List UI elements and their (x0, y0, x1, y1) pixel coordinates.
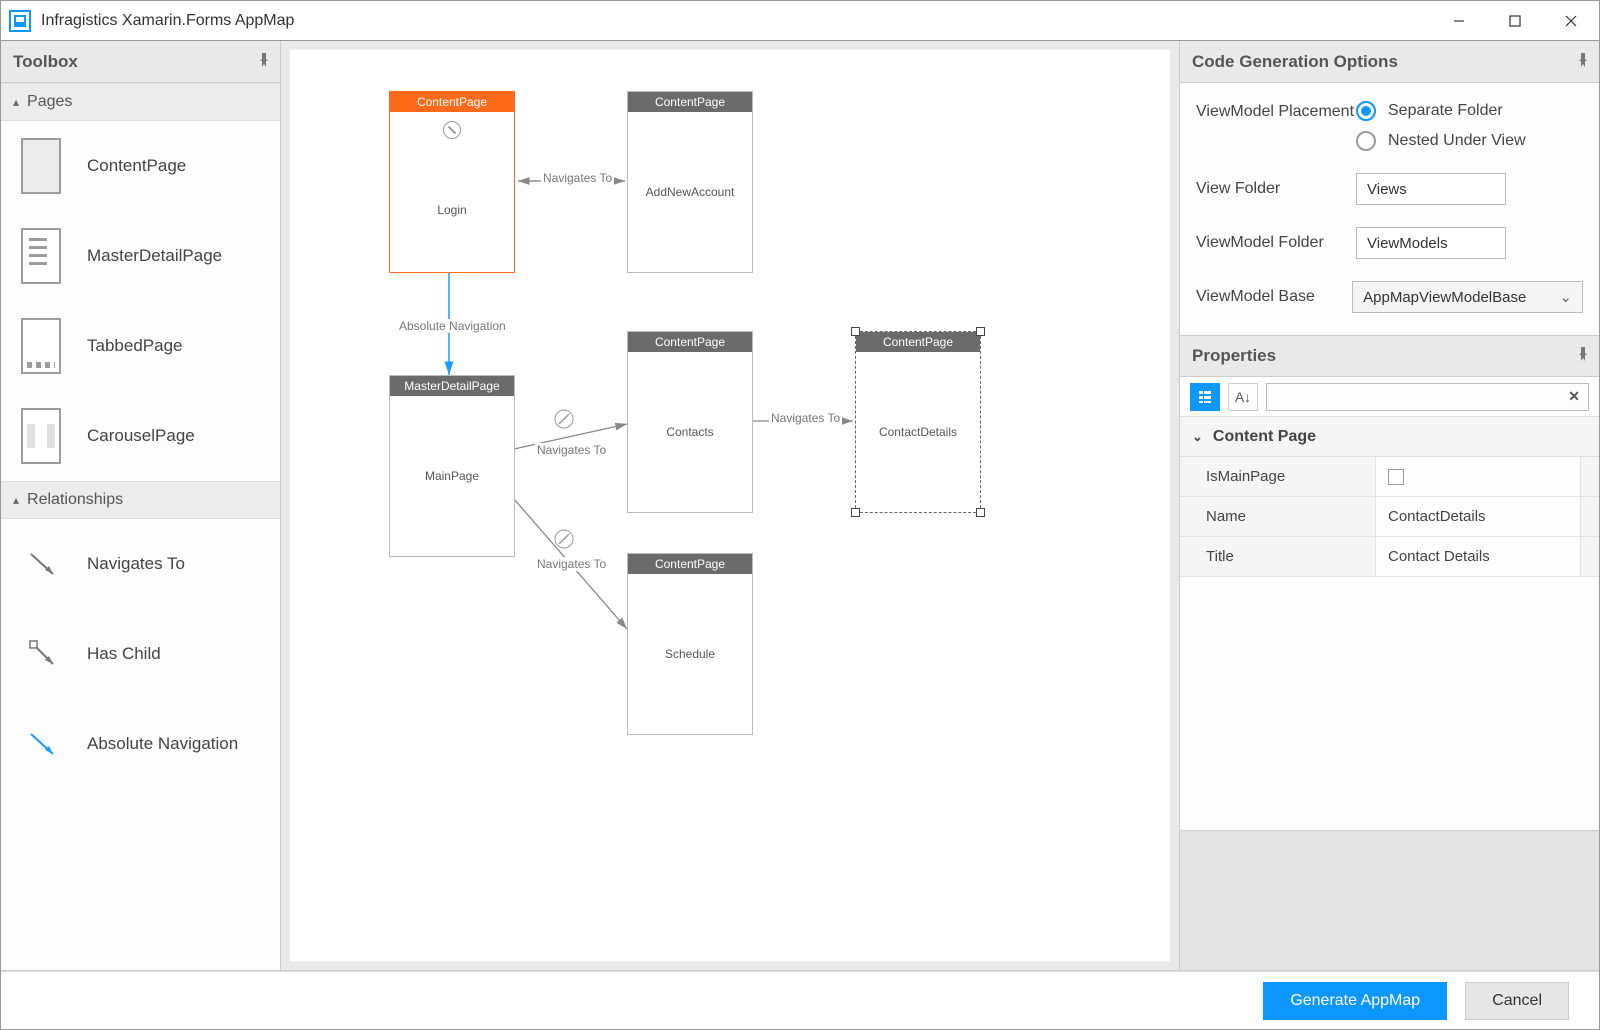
node-name: ContactDetails (856, 352, 980, 512)
viewmodel-base-select[interactable]: AppMapViewModelBase ⌄ (1352, 281, 1583, 313)
node-name: Login (390, 148, 514, 272)
diagram-canvas[interactable]: ContentPage Login ContentPage AddNewAcco… (289, 49, 1171, 962)
toolbox-section-pages[interactable]: ▴ Pages (1, 83, 280, 121)
node-type-label: ContentPage (628, 554, 752, 574)
haschild-arrow-icon (25, 636, 61, 672)
alphabetical-view-button[interactable]: A↓ (1228, 383, 1258, 411)
selection-handle[interactable] (976, 508, 985, 517)
viewmodel-base-label: ViewModel Base (1196, 286, 1352, 308)
properties-spacer (1180, 577, 1599, 830)
property-row-title: Title Contact Details (1180, 537, 1599, 577)
radio-separate-folder[interactable]: Separate Folder (1356, 101, 1583, 121)
tool-contentpage[interactable]: ContentPage (1, 121, 280, 211)
pin-icon[interactable] (1577, 346, 1589, 366)
edge-label: Navigates To (535, 443, 608, 457)
viewmodel-folder-input[interactable] (1356, 227, 1506, 259)
node-type-label: ContentPage (390, 92, 514, 112)
window-minimize-button[interactable] (1431, 1, 1487, 41)
viewmodel-folder-label: ViewModel Folder (1196, 232, 1356, 254)
radio-off-icon (1356, 131, 1376, 151)
clear-icon[interactable]: ✕ (1568, 388, 1580, 405)
canvas-area: ContentPage Login ContentPage AddNewAcco… (281, 41, 1179, 970)
property-title-value[interactable]: Contact Details (1376, 537, 1581, 576)
tool-has-child[interactable]: Has Child (1, 609, 280, 699)
radio-nested-under-view[interactable]: Nested Under View (1356, 131, 1583, 151)
tool-tabbedpage[interactable]: TabbedPage (1, 301, 280, 391)
compass-icon (443, 121, 461, 139)
tool-masterdetailpage[interactable]: MasterDetailPage (1, 211, 280, 301)
node-type-label: ContentPage (856, 332, 980, 352)
codegen-title: Code Generation Options (1192, 52, 1398, 72)
absolute-arrow-icon (25, 726, 61, 762)
toolbox-section-relationships[interactable]: ▴ Relationships (1, 481, 280, 519)
properties-toolbar: A↓ ✕ (1180, 377, 1599, 417)
properties-description-area (1180, 830, 1599, 970)
categorized-view-button[interactable] (1190, 383, 1220, 411)
selection-handle[interactable] (976, 327, 985, 336)
codegen-header: Code Generation Options (1180, 41, 1599, 83)
vm-placement-label: ViewModel Placement (1196, 101, 1356, 123)
cancel-button[interactable]: Cancel (1465, 982, 1569, 1020)
edge-label: Absolute Navigation (397, 319, 508, 333)
node-name: Contacts (628, 352, 752, 512)
node-contactdetails[interactable]: ContentPage ContactDetails (855, 331, 981, 513)
app-icon (9, 10, 31, 32)
node-login[interactable]: ContentPage Login (389, 91, 515, 273)
dialog-footer: Generate AppMap Cancel (1, 971, 1599, 1029)
property-row-ismainpage: IsMainPage (1180, 457, 1599, 497)
property-name-value[interactable]: ContactDetails (1376, 497, 1581, 536)
selection-handle[interactable] (851, 327, 860, 336)
node-name: MainPage (390, 396, 514, 556)
properties-category[interactable]: ⌄ Content Page (1180, 417, 1599, 457)
window-maximize-button[interactable] (1487, 1, 1543, 41)
chevron-up-icon: ▴ (13, 95, 19, 109)
pin-icon[interactable] (1577, 52, 1589, 72)
carouselpage-icon (21, 408, 61, 464)
contentpage-icon (21, 138, 61, 194)
tool-navigates-to[interactable]: Navigates To (1, 519, 280, 609)
properties-search-input[interactable]: ✕ (1266, 383, 1589, 411)
toolbox-title: Toolbox (13, 52, 78, 72)
view-folder-label: View Folder (1196, 178, 1356, 200)
selection-handle[interactable] (851, 508, 860, 517)
edge-label: Navigates To (769, 411, 842, 425)
node-type-label: ContentPage (628, 332, 752, 352)
node-type-label: ContentPage (628, 92, 752, 112)
window-close-button[interactable] (1543, 1, 1599, 41)
generate-appmap-button[interactable]: Generate AppMap (1263, 982, 1447, 1020)
right-panels: Code Generation Options ViewModel Placem… (1179, 41, 1599, 970)
properties-header: Properties (1180, 335, 1599, 377)
node-type-label: MasterDetailPage (390, 376, 514, 396)
edge-label: Navigates To (535, 557, 608, 571)
checkbox-icon[interactable] (1388, 469, 1404, 485)
chevron-down-icon: ⌄ (1559, 288, 1572, 306)
node-addnewaccount[interactable]: ContentPage AddNewAccount (627, 91, 753, 273)
app-title: Infragistics Xamarin.Forms AppMap (41, 12, 294, 30)
node-contacts[interactable]: ContentPage Contacts (627, 331, 753, 513)
navigates-arrow-icon (25, 546, 61, 582)
node-mainpage[interactable]: MasterDetailPage MainPage (389, 375, 515, 557)
view-folder-input[interactable] (1356, 173, 1506, 205)
property-row-name: Name ContactDetails (1180, 497, 1599, 537)
radio-on-icon (1356, 101, 1376, 121)
node-name: Schedule (628, 574, 752, 734)
tool-absolute-navigation[interactable]: Absolute Navigation (1, 699, 280, 789)
chevron-down-icon: ⌄ (1192, 429, 1203, 445)
properties-title: Properties (1192, 346, 1276, 366)
codegen-body: ViewModel Placement Separate Folder Nest… (1180, 83, 1599, 335)
node-schedule[interactable]: ContentPage Schedule (627, 553, 753, 735)
chevron-up-icon: ▴ (13, 493, 19, 507)
node-name: AddNewAccount (628, 112, 752, 272)
title-bar: Infragistics Xamarin.Forms AppMap (1, 1, 1599, 41)
masterdetailpage-icon (21, 228, 61, 284)
toolbox-header: Toolbox (1, 41, 280, 83)
pin-icon[interactable] (258, 52, 270, 72)
tool-carouselpage[interactable]: CarouselPage (1, 391, 280, 481)
property-ismainpage-value[interactable] (1376, 457, 1581, 496)
edge-label: Navigates To (541, 171, 614, 185)
toolbox-panel: Toolbox ▴ Pages ContentPage MasterDetail… (1, 41, 281, 970)
tabbedpage-icon (21, 318, 61, 374)
